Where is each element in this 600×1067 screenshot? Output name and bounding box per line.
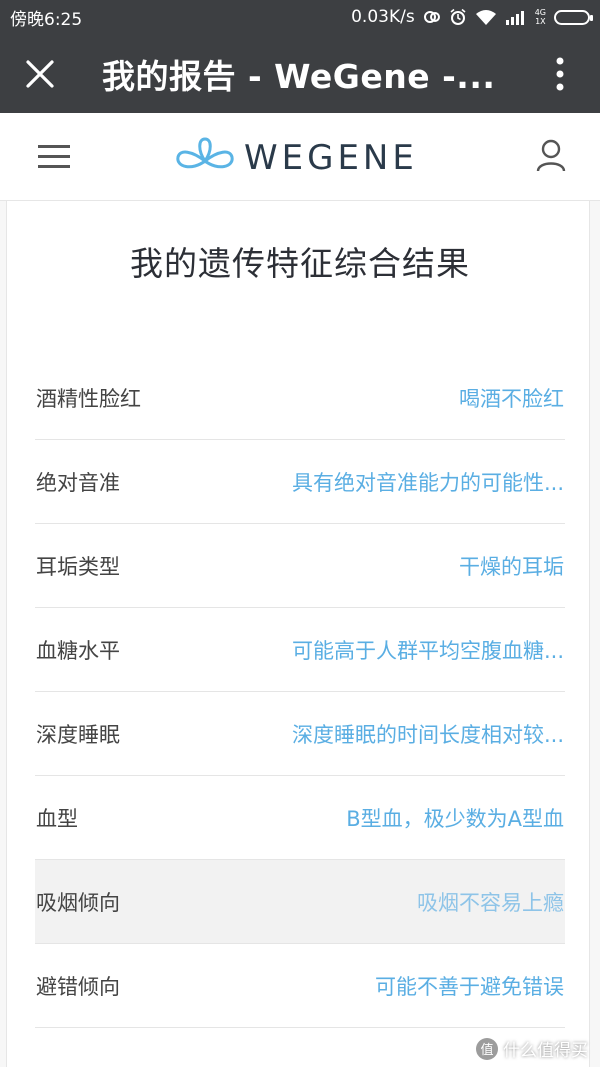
trait-name: 绝对音准 — [36, 470, 120, 495]
trait-name: 酒精性脸红 — [36, 386, 141, 411]
page-title: 我的遗传特征综合结果 — [130, 244, 470, 283]
close-button[interactable] — [0, 34, 80, 113]
watermark-badge-icon: 值 — [476, 1037, 498, 1060]
sync-icon — [423, 8, 441, 26]
trait-name: 血糖水平 — [36, 638, 120, 663]
trait-value[interactable]: B型血，极少数为A型血 — [346, 803, 565, 833]
signal-icon — [505, 9, 527, 25]
close-icon — [26, 59, 54, 88]
wegene-logo[interactable]: WEGENE — [174, 137, 418, 179]
network-speed: 0.03K/s — [351, 7, 415, 27]
trait-name: 吸烟倾向 — [36, 890, 120, 915]
logo-text: WEGENE — [244, 138, 418, 178]
trait-value[interactable]: 具有绝对音准能力的可能性... — [292, 467, 565, 497]
alarm-icon — [449, 8, 467, 26]
trait-name: 深度睡眠 — [36, 722, 120, 747]
status-bar: 傍晚6:25 0.03K/s 4G 1X — [0, 0, 600, 34]
network-type-indicator: 4G 1X — [535, 8, 546, 26]
more-vertical-icon — [556, 57, 564, 90]
browser-title: 我的报告 - WeGene -... — [102, 56, 496, 96]
trait-row[interactable]: 酒精性脸红 喝酒不脸红 — [35, 356, 565, 440]
trait-value[interactable]: 深度睡眠的时间长度相对较... — [292, 719, 565, 749]
sim-slot: 1X — [535, 17, 546, 26]
trait-row[interactable]: 绝对音准 具有绝对音准能力的可能性... — [35, 440, 565, 524]
trait-row[interactable]: 耳垢类型 干燥的耳垢 — [35, 524, 565, 608]
status-time: 傍晚6:25 — [10, 9, 83, 30]
site-header: WEGENE — [0, 113, 600, 201]
watermark: 值 什么值得买 — [476, 1036, 588, 1061]
menu-button[interactable] — [32, 139, 76, 175]
more-options-button[interactable] — [520, 34, 600, 113]
trait-name: 耳垢类型 — [36, 554, 120, 579]
trefoil-logo-icon — [176, 137, 234, 169]
watermark-text: 什么值得买 — [503, 1041, 588, 1061]
trait-list: 酒精性脸红 喝酒不脸红 绝对音准 具有绝对音准能力的可能性... 耳垢类型 干燥… — [35, 356, 565, 1028]
trait-value[interactable]: 干燥的耳垢 — [459, 551, 565, 581]
trait-row-highlighted[interactable]: 吸烟倾向 吸烟不容易上瘾 — [35, 860, 565, 944]
trait-row[interactable]: 血糖水平 可能高于人群平均空腹血糖... — [35, 608, 565, 692]
trait-value[interactable]: 可能高于人群平均空腹血糖... — [292, 635, 565, 665]
hamburger-icon — [38, 145, 70, 168]
trait-row[interactable]: 避错倾向 可能不善于避免错误 — [35, 944, 565, 1028]
user-icon — [536, 139, 566, 172]
network-type: 4G — [534, 8, 546, 17]
trait-value[interactable]: 吸烟不容易上瘾 — [417, 887, 565, 917]
status-icons: 0.03K/s 4G 1X — [351, 7, 593, 27]
content-area: 我的遗传特征综合结果 酒精性脸红 喝酒不脸红 绝对音准 具有绝对音准能力的可能性… — [0, 201, 600, 1067]
trait-value[interactable]: 可能不善于避免错误 — [375, 971, 565, 1001]
user-account-button[interactable] — [532, 137, 570, 175]
browser-title-bar: 我的报告 - WeGene -... — [0, 34, 600, 113]
wifi-icon — [475, 9, 497, 25]
trait-row[interactable]: 血型 B型血，极少数为A型血 — [35, 776, 565, 860]
trait-name: 避错倾向 — [36, 974, 120, 999]
trait-value[interactable]: 喝酒不脸红 — [459, 383, 565, 413]
battery-icon — [554, 9, 593, 25]
trait-row[interactable]: 深度睡眠 深度睡眠的时间长度相对较... — [35, 692, 565, 776]
trait-name: 血型 — [36, 806, 78, 831]
